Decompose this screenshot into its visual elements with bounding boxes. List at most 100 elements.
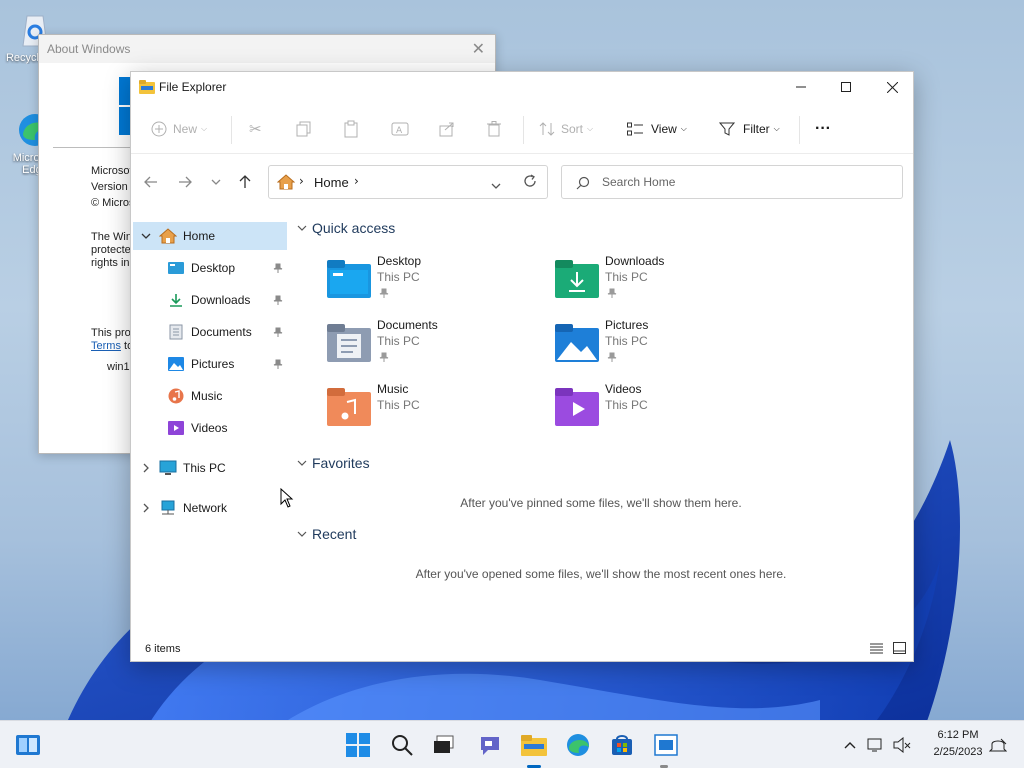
address-bar[interactable]: › Home › <box>268 165 548 199</box>
maximize-button[interactable] <box>823 72 869 102</box>
chevron-right-icon[interactable]: › <box>354 174 359 188</box>
chat-button[interactable] <box>476 731 504 759</box>
details-view-icon[interactable] <box>870 643 883 657</box>
quick-access-desktop[interactable]: Desktop This PC <box>327 254 547 310</box>
sidebar-item-home[interactable]: Home <box>133 222 287 250</box>
section-recent[interactable]: Recent <box>297 526 356 542</box>
tile-name: Pictures <box>605 318 649 332</box>
chevron-right-icon <box>143 503 149 513</box>
sidebar-item-label: Desktop <box>191 261 236 275</box>
widgets-icon <box>16 735 40 755</box>
file-explorer-icon <box>521 735 547 756</box>
section-favorites[interactable]: Favorites <box>297 455 370 471</box>
taskbar-edge[interactable] <box>564 731 592 759</box>
downloads-icon <box>167 291 185 309</box>
terms-link[interactable]: Terms <box>91 340 121 352</box>
minimize-button[interactable] <box>778 72 824 102</box>
sidebar-item-this-pc[interactable]: This PC <box>133 454 287 482</box>
videos-folder-icon <box>555 388 599 426</box>
about-title: About Windows <box>47 42 131 56</box>
content-pane: Quick access Desktop This PC Downloads T… <box>291 212 911 632</box>
sidebar-item-videos[interactable]: Videos <box>133 414 287 442</box>
task-view-icon <box>434 735 454 753</box>
quick-access-documents[interactable]: Documents This PC <box>327 318 547 374</box>
breadcrumb[interactable]: Home <box>314 175 349 190</box>
sidebar-item-desktop[interactable]: Desktop <box>133 254 287 282</box>
share-button[interactable] <box>439 118 455 140</box>
pin-icon <box>379 351 389 365</box>
sidebar-item-music[interactable]: Music <box>133 382 287 410</box>
search-box[interactable]: Search Home <box>561 165 903 199</box>
copy-button[interactable] <box>296 118 312 140</box>
recent-locations-button[interactable] <box>206 172 226 192</box>
pin-icon <box>273 326 283 340</box>
sidebar-item-downloads[interactable]: Downloads <box>133 286 287 314</box>
pin-icon <box>273 294 283 308</box>
mouse-cursor-icon <box>280 487 294 511</box>
search-placeholder: Search Home <box>602 175 676 189</box>
chevron-right-icon: › <box>299 174 304 188</box>
paste-button[interactable] <box>343 118 359 140</box>
more-options-button[interactable]: ··· <box>815 118 831 140</box>
file-explorer-window: File Explorer New ⌵ ✂ A Sort ⌵ View ⌵ Fi… <box>130 71 914 662</box>
task-view-button[interactable] <box>430 731 458 759</box>
sidebar-item-pictures[interactable]: Pictures <box>133 350 287 378</box>
sort-button[interactable]: Sort ⌵ <box>539 118 593 140</box>
taskbar-file-explorer[interactable] <box>520 731 548 759</box>
quick-access-pictures[interactable]: Pictures This PC <box>555 318 775 374</box>
sidebar-item-label: Network <box>183 501 228 515</box>
back-button[interactable] <box>141 172 161 192</box>
navigation-pane: Home Desktop Downloads Documents Picture… <box>133 222 287 632</box>
sidebar-item-documents[interactable]: Documents <box>133 318 287 346</box>
taskbar: 6:12 PM 2/25/2023 <box>0 720 1024 768</box>
filter-button[interactable]: Filter ⌵ <box>719 118 780 140</box>
show-hidden-icons-button[interactable] <box>836 731 864 759</box>
widgets-button[interactable] <box>14 731 42 759</box>
quick-access-downloads[interactable]: Downloads This PC <box>555 254 775 310</box>
about-legal-2: protecte <box>91 244 131 256</box>
tile-location: This PC <box>377 270 420 284</box>
forward-button[interactable] <box>175 172 195 192</box>
volume-tray-button[interactable] <box>888 731 916 759</box>
close-icon[interactable]: ✕ <box>472 39 485 59</box>
desktop-folder-icon <box>327 260 371 298</box>
address-dropdown-icon[interactable] <box>491 178 501 192</box>
section-title: Recent <box>312 526 357 542</box>
close-button[interactable] <box>869 72 915 102</box>
refresh-icon[interactable] <box>523 174 537 191</box>
taskbar-about-windows[interactable] <box>652 731 680 759</box>
start-button[interactable] <box>344 731 372 759</box>
tiles-view-icon[interactable] <box>893 642 906 657</box>
pin-icon <box>273 358 283 372</box>
videos-icon <box>167 419 185 437</box>
notifications-button[interactable] <box>984 731 1012 759</box>
up-button[interactable] <box>235 172 255 192</box>
quick-access-videos[interactable]: Videos This PC <box>555 382 775 438</box>
new-button[interactable]: New ⌵ <box>151 118 207 140</box>
view-button[interactable]: View ⌵ <box>627 118 687 140</box>
search-icon <box>576 176 590 193</box>
delete-button[interactable] <box>487 118 501 140</box>
divider <box>231 116 232 144</box>
cut-button[interactable]: ✂ <box>249 118 262 140</box>
windows-logo-icon <box>346 733 370 757</box>
notification-icon <box>989 738 1007 752</box>
recent-empty-message: After you've opened some files, we'll sh… <box>415 567 787 581</box>
search-button[interactable] <box>388 731 416 759</box>
rename-button[interactable]: A <box>391 118 409 140</box>
view-icon <box>627 122 643 136</box>
trash-icon <box>487 121 501 137</box>
chevron-down-icon: ⌵ <box>201 124 208 133</box>
documents-icon <box>167 323 185 341</box>
sidebar-item-network[interactable]: Network <box>133 494 287 522</box>
section-quick-access[interactable]: Quick access <box>297 220 395 236</box>
edge-icon <box>567 734 589 756</box>
chevron-up-icon <box>844 742 856 749</box>
quick-access-music[interactable]: Music This PC <box>327 382 547 438</box>
about-titlebar: About Windows ✕ <box>39 35 495 63</box>
taskbar-store[interactable] <box>608 731 636 759</box>
sidebar-item-label: Videos <box>191 421 228 435</box>
chevron-down-icon <box>297 225 307 231</box>
divider <box>799 116 800 144</box>
network-tray-button[interactable] <box>862 731 890 759</box>
